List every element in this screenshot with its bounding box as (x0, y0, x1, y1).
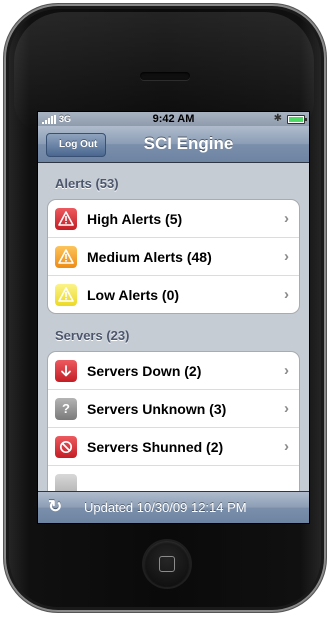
phone-frame: 3G 9:42 AM ✱ Log Out SCI Engine Alerts (… (4, 4, 326, 612)
section-header-alerts: Alerts (53) (55, 176, 119, 191)
list-item-medium-alerts[interactable]: Medium Alerts (48) › (48, 237, 299, 275)
bluetooth-icon: ✱ (273, 113, 282, 124)
warning-yellow-icon (55, 283, 77, 306)
list-item-label: Servers Unknown (3) (87, 400, 227, 417)
bottom-toolbar: ↻ Updated 10/30/09 12:14 PM (38, 491, 309, 523)
table-view[interactable]: Alerts (53) High Alerts (5) › Medium Ale… (38, 163, 309, 492)
home-square-icon (159, 556, 175, 572)
list-item-servers-shunned[interactable]: Servers Shunned (2) › (48, 427, 299, 465)
list-item-servers-down[interactable]: Servers Down (2) › (48, 352, 299, 389)
navigation-bar: Log Out SCI Engine (38, 126, 309, 163)
earpiece-speaker (140, 72, 190, 80)
battery-icon (287, 115, 307, 124)
list-item-high-alerts[interactable]: High Alerts (5) › (48, 200, 299, 237)
list-item-label: Servers Down (2) (87, 362, 202, 379)
chevron-right-icon: › (284, 362, 289, 379)
servers-group: Servers Down (2) › ? Servers Unknown (3)… (47, 351, 300, 492)
status-bar: 3G 9:42 AM ✱ (38, 112, 309, 126)
chevron-right-icon: › (284, 400, 289, 417)
last-updated-text: Updated 10/30/09 12:14 PM (84, 500, 247, 515)
list-item-label: Servers Shunned (2) (87, 438, 224, 455)
refresh-icon[interactable]: ↻ (48, 497, 62, 517)
list-item-servers-unknown[interactable]: ? Servers Unknown (3) › (48, 389, 299, 427)
alerts-group: High Alerts (5) › Medium Alerts (48) › L… (47, 199, 300, 314)
list-item-partial[interactable] (48, 465, 299, 492)
warning-red-icon (55, 207, 77, 230)
list-item-label: Medium Alerts (48) (87, 248, 212, 265)
list-item-label: Low Alerts (0) (87, 286, 180, 303)
warning-orange-icon (55, 245, 77, 268)
chevron-right-icon: › (284, 286, 289, 303)
page-title: SCI Engine (143, 134, 234, 153)
arrow-down-icon (55, 359, 77, 382)
home-button[interactable] (144, 541, 190, 587)
chevron-right-icon: › (284, 438, 289, 455)
screen: 3G 9:42 AM ✱ Log Out SCI Engine Alerts (… (37, 111, 310, 524)
list-item-low-alerts[interactable]: Low Alerts (0) › (48, 275, 299, 313)
chevron-right-icon: › (284, 248, 289, 265)
list-item-label: High Alerts (5) (87, 210, 183, 227)
prohibited-icon (55, 435, 77, 458)
chevron-right-icon: › (284, 210, 289, 227)
partial-row-icon (55, 473, 77, 492)
question-icon: ? (55, 397, 77, 420)
section-header-servers: Servers (23) (55, 328, 130, 343)
status-time: 9:42 AM (152, 113, 195, 125)
